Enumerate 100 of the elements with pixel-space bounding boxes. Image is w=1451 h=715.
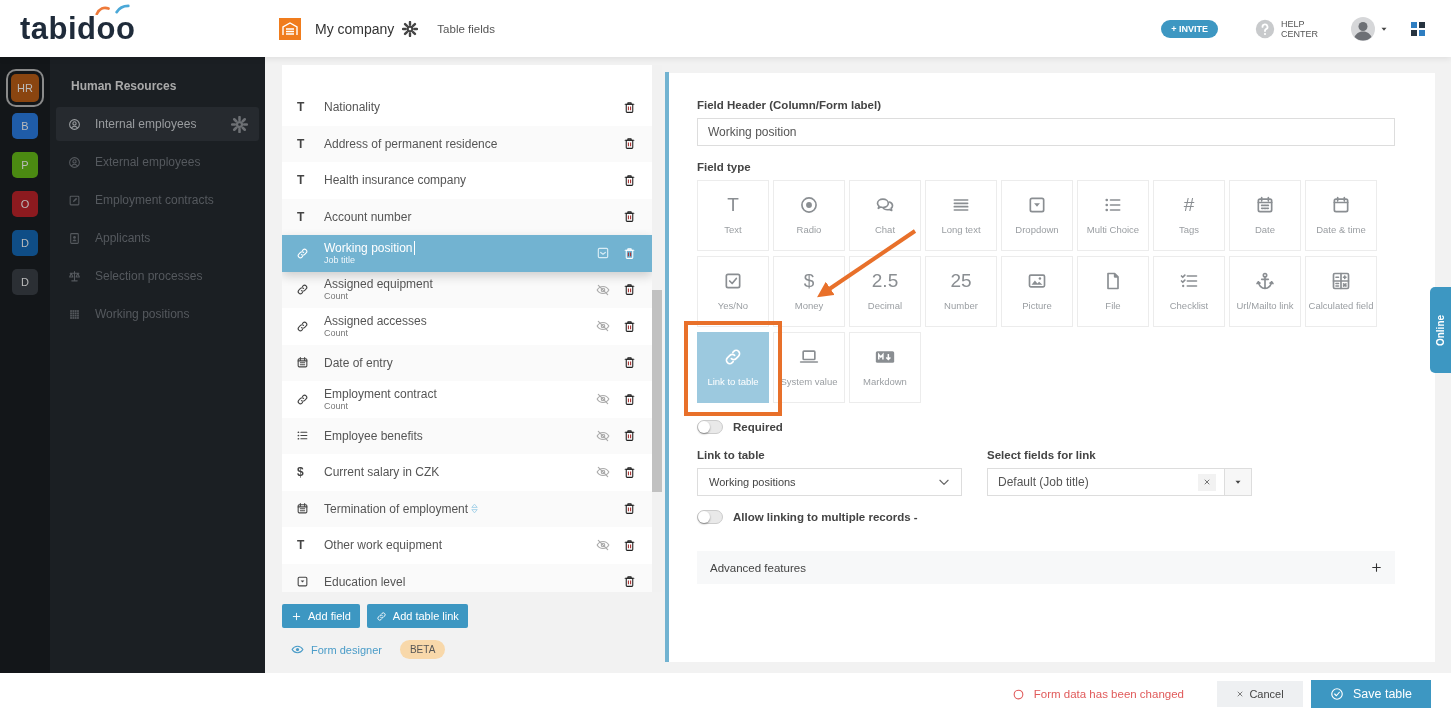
workspace-button[interactable]: D: [12, 269, 38, 295]
link-icon: [296, 283, 309, 297]
field-row[interactable]: Date of entry: [282, 344, 652, 381]
trash-icon[interactable]: [623, 246, 636, 260]
text-field[interactable]: Working position: [697, 118, 1395, 146]
field-type-tile[interactable]: File: [1077, 256, 1149, 327]
trash-icon[interactable]: [623, 210, 636, 224]
add-table-link-button[interactable]: Add table link: [366, 604, 468, 628]
advanced-features-bar[interactable]: Advanced features: [697, 551, 1395, 584]
field-type-tile[interactable]: T Text: [697, 180, 769, 251]
trash-icon[interactable]: [623, 137, 636, 151]
check-circle-icon: [1329, 687, 1344, 701]
avatar-icon[interactable]: [1351, 16, 1375, 41]
save-table-button[interactable]: Save table: [1311, 680, 1431, 708]
list-icon: [296, 429, 309, 443]
field-row[interactable]: Working position Job title: [282, 235, 652, 272]
trash-icon[interactable]: [623, 319, 636, 333]
link-icon: [375, 610, 387, 622]
field-type-tile[interactable]: Radio: [773, 180, 845, 251]
trash-icon[interactable]: [623, 429, 636, 443]
field-type-glyph: T: [296, 209, 305, 224]
form-designer-link[interactable]: Form designer: [291, 643, 382, 656]
field-row[interactable]: Assigned equipment Count: [282, 271, 652, 308]
field-type-tile[interactable]: Calculated field: [1305, 256, 1377, 327]
workspace-button[interactable]: B: [12, 113, 38, 139]
field-type-tile[interactable]: Long text: [925, 180, 997, 251]
logo[interactable]: tabidoo: [20, 10, 136, 46]
sidebar-item[interactable]: Applicants: [56, 221, 259, 255]
status-message: Form data has been changed: [1033, 688, 1184, 700]
toggle-switch[interactable]: [697, 510, 723, 524]
field-type-tile[interactable]: Yes/No: [697, 256, 769, 327]
field-row[interactable]: Education level: [282, 563, 652, 592]
settings-icon[interactable]: [402, 20, 419, 37]
eye-icon: [291, 643, 304, 656]
field-name: Employee benefits: [324, 428, 423, 443]
trash-icon[interactable]: [623, 538, 636, 552]
sidebar-item[interactable]: External employees: [56, 145, 259, 179]
field-type-tile[interactable]: Picture: [1001, 256, 1073, 327]
close-icon: [1236, 690, 1245, 698]
field-type-tile[interactable]: 25 Number: [925, 256, 997, 327]
sidebar-item[interactable]: Internal employees: [56, 107, 259, 141]
check-square-icon[interactable]: [596, 246, 610, 261]
toggle-switch[interactable]: [697, 420, 723, 434]
field-name: Termination of employment: [324, 501, 469, 516]
table-select[interactable]: Working positions: [697, 468, 962, 496]
trash-icon[interactable]: [623, 575, 636, 589]
apps-icon[interactable]: [1411, 21, 1425, 36]
cancel-button[interactable]: Cancel: [1217, 681, 1303, 707]
field-type-tile[interactable]: Chat: [849, 180, 921, 251]
company-name[interactable]: My company: [315, 20, 395, 37]
trash-icon[interactable]: [623, 502, 636, 516]
field-name: Current salary in CZK: [324, 465, 440, 480]
field-subtitle: Count: [324, 291, 350, 303]
field-type-tile[interactable]: 2.5 Decimal: [849, 256, 921, 327]
sidebar-item[interactable]: Working positions: [56, 297, 259, 331]
field-type-tile[interactable]: System value: [773, 332, 845, 403]
field-type-tile[interactable]: Multi Choice: [1077, 180, 1149, 251]
field-row[interactable]: T Account number: [282, 198, 652, 235]
anchor-icon: [1255, 271, 1275, 291]
calendar-icon: [1331, 195, 1351, 215]
trash-icon[interactable]: [623, 356, 636, 370]
trash-icon[interactable]: [623, 283, 636, 297]
trash-icon[interactable]: [623, 100, 636, 114]
page-title: Table fields: [437, 22, 495, 35]
plus-icon: [291, 610, 302, 622]
field-name: Employment contract: [324, 386, 437, 401]
field-name: Account number: [324, 209, 412, 224]
field-type-tile[interactable]: Checklist: [1153, 256, 1225, 327]
sidebar-item[interactable]: Selection processes: [56, 259, 259, 293]
workspace-button[interactable]: O: [12, 191, 38, 217]
sidebar-item[interactable]: Employment contracts: [56, 183, 259, 217]
help-center-link[interactable]: HELP CENTER: [1281, 18, 1321, 39]
trash-icon[interactable]: [623, 173, 636, 187]
trash-icon[interactable]: [623, 465, 636, 479]
grid-pattern-icon: [68, 307, 81, 321]
field-type-tile[interactable]: # Tags: [1153, 180, 1225, 251]
field-type-tile[interactable]: Url/Mailto link: [1229, 256, 1301, 327]
field-row[interactable]: Termination of employment: [282, 490, 652, 527]
field-type-tile[interactable]: Date & time: [1305, 180, 1377, 251]
field-name: Health insurance company: [324, 173, 467, 188]
field-type-tile[interactable]: Date: [1229, 180, 1301, 251]
person-circle-icon: [68, 117, 81, 131]
scale-icon: [68, 269, 81, 283]
field-type-tile[interactable]: $ Money: [773, 256, 845, 327]
field-type-tile[interactable]: Link to table: [697, 332, 769, 403]
trash-icon[interactable]: [623, 392, 636, 406]
field-name: Date of entry: [324, 355, 393, 370]
field-type-tile[interactable]: Markdown: [849, 332, 921, 403]
add-field-button[interactable]: Add field: [282, 604, 360, 628]
link-icon: [296, 319, 309, 333]
workspace-button[interactable]: P: [12, 152, 38, 178]
field-row[interactable]: T Address of permanent residence: [282, 125, 652, 162]
invite-button[interactable]: + INVITE: [1161, 19, 1218, 38]
field-row[interactable]: Employee benefits: [282, 417, 652, 454]
contact-card-icon: [68, 231, 81, 245]
building-icon[interactable]: [279, 17, 301, 40]
link-icon: [723, 347, 743, 367]
workspace-button[interactable]: D: [12, 230, 38, 256]
online-tab[interactable]: Online: [1430, 287, 1451, 373]
field-type-tile[interactable]: Dropdown: [1001, 180, 1073, 251]
